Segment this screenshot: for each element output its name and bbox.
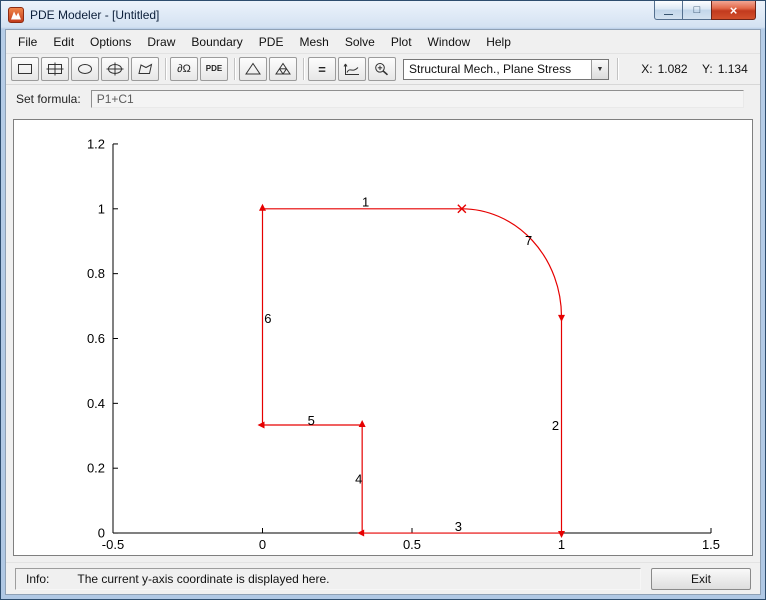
info-label: Info:: [26, 571, 50, 586]
refine-mesh-button[interactable]: [269, 57, 297, 81]
menu-edit[interactable]: Edit: [45, 32, 82, 52]
close-button[interactable]: ×: [711, 1, 756, 20]
y-tick-label: 0.2: [87, 461, 105, 476]
rectangle-cross-icon: [46, 62, 64, 76]
menu-file[interactable]: File: [10, 32, 45, 52]
menu-plot[interactable]: Plot: [383, 32, 420, 52]
toolbar-separator: [165, 58, 166, 80]
window-controls: — □ ×: [654, 1, 756, 20]
geometry-outline: [261, 208, 563, 534]
menu-solve[interactable]: Solve: [337, 32, 383, 52]
toolbar: ∂Ω PDE = Structural Mech., Plane Stress …: [6, 54, 760, 85]
edge-direction-arrow: [558, 314, 565, 322]
refined-triangle-mesh-icon: [274, 62, 292, 76]
edge-direction-arrow: [358, 419, 366, 427]
menu-window[interactable]: Window: [420, 32, 479, 52]
edge-label: 7: [525, 233, 532, 248]
pde-mode-label: PDE: [205, 64, 223, 73]
y-coordinate-readout: Y: 1.134: [702, 62, 748, 76]
x-tick-label: -0.5: [102, 537, 124, 552]
polygon-icon: [136, 62, 154, 76]
close-icon: ×: [729, 2, 738, 18]
surface-plot-icon: [343, 62, 361, 76]
zoom-button[interactable]: [368, 57, 396, 81]
magnifier-icon: [373, 62, 391, 76]
minimize-button[interactable]: —: [654, 1, 683, 20]
y-tick-label: 1: [98, 201, 105, 216]
edge-label: 6: [264, 311, 271, 326]
plot-panel: -0.5 0 0.5 1 1.5 0 0.2 0.4 0.6 0.8 1 1.2 1 7 2 3 4 5 6: [13, 119, 753, 556]
solve-pde-button[interactable]: =: [308, 57, 336, 81]
menu-help[interactable]: Help: [478, 32, 519, 52]
status-bar: Info: The current y-axis coordinate is d…: [6, 562, 760, 594]
edge-label: 5: [308, 413, 315, 428]
x-tick-label: 0: [259, 537, 266, 552]
y-tick-label: 0.4: [87, 396, 105, 411]
window-title: PDE Modeler - [Untitled]: [30, 8, 160, 22]
boundary-mode-label: ∂Ω: [177, 62, 191, 75]
y-tick-label: 0: [98, 526, 105, 541]
set-formula-label: Set formula:: [16, 92, 81, 106]
menu-bar: File Edit Options Draw Boundary PDE Mesh…: [6, 30, 760, 54]
title-bar: PDE Modeler - [Untitled]: [1, 1, 765, 29]
edge-label: 4: [355, 472, 362, 487]
menu-draw[interactable]: Draw: [139, 32, 183, 52]
formula-row: Set formula:: [6, 85, 760, 113]
draw-ellipse-centered-button[interactable]: [101, 57, 129, 81]
x-readout-label: X:: [641, 62, 653, 76]
y-tick-label: 0.6: [87, 331, 105, 346]
menu-options[interactable]: Options: [82, 32, 139, 52]
minimize-icon: —: [664, 8, 673, 19]
maximize-button[interactable]: □: [683, 1, 711, 20]
pde-mode-button[interactable]: PDE: [200, 57, 228, 81]
edge-direction-arrow: [259, 203, 266, 211]
menu-boundary[interactable]: Boundary: [183, 32, 250, 52]
menu-mesh[interactable]: Mesh: [291, 32, 336, 52]
info-text: The current y-axis coordinate is display…: [77, 571, 330, 586]
toolbar-separator: [303, 58, 304, 80]
y-tick-label: 1.2: [87, 136, 105, 151]
y-readout-value: 1.134: [717, 62, 748, 76]
client-area: File Edit Options Draw Boundary PDE Mesh…: [5, 29, 761, 595]
plot-solution-button[interactable]: [338, 57, 366, 81]
edge-label: 1: [362, 194, 369, 209]
plot-canvas[interactable]: -0.5 0 0.5 1 1.500.20.40.60.811.21723456: [14, 120, 752, 555]
ellipse-cross-icon: [106, 62, 124, 76]
menu-pde[interactable]: PDE: [251, 32, 292, 52]
rectangle-icon: [16, 62, 34, 76]
initialize-mesh-button[interactable]: [239, 57, 267, 81]
draw-rectangle-centered-button[interactable]: [41, 57, 69, 81]
draw-polygon-button[interactable]: [131, 57, 159, 81]
application-select-value: Structural Mech., Plane Stress: [409, 62, 572, 76]
x-tick-label: 1: [558, 537, 565, 552]
toolbar-separator: [234, 58, 235, 80]
x-readout-value: 1.082: [657, 62, 688, 76]
y-tick-label: 0.8: [87, 266, 105, 281]
app-window: PDE Modeler - [Untitled] — □ × File Edit…: [0, 0, 766, 600]
maximize-icon: □: [693, 4, 701, 16]
main-area: -0.5 0 0.5 1 1.5 0 0.2 0.4 0.6 0.8 1 1.2 1 7 2 3 4 5 6: [6, 113, 760, 562]
edge-direction-arrow: [357, 529, 365, 537]
edge-label: 2: [552, 418, 559, 433]
set-formula-input[interactable]: [90, 90, 744, 108]
chevron-down-icon: ▼: [591, 59, 608, 79]
solve-pde-label: =: [318, 61, 326, 77]
matlab-app-icon: [8, 7, 24, 23]
x-tick-label: 0.5: [403, 537, 421, 552]
triangle-mesh-icon: [244, 62, 262, 76]
application-select[interactable]: Structural Mech., Plane Stress ▼: [403, 58, 609, 80]
info-panel: Info: The current y-axis coordinate is d…: [15, 567, 641, 590]
boundary-mode-button[interactable]: ∂Ω: [170, 57, 198, 81]
exit-button[interactable]: Exit: [651, 567, 751, 590]
y-readout-label: Y:: [702, 62, 713, 76]
draw-ellipse-button[interactable]: [71, 57, 99, 81]
edge-label: 3: [455, 519, 462, 534]
coordinate-readouts: X: 1.082 Y: 1.134: [634, 62, 755, 76]
toolbar-separator: [617, 58, 618, 80]
ellipse-icon: [76, 62, 94, 76]
x-tick-label: 1.5: [702, 537, 720, 552]
edge-direction-arrow: [257, 421, 265, 429]
draw-rectangle-button[interactable]: [11, 57, 39, 81]
x-coordinate-readout: X: 1.082: [641, 62, 687, 76]
